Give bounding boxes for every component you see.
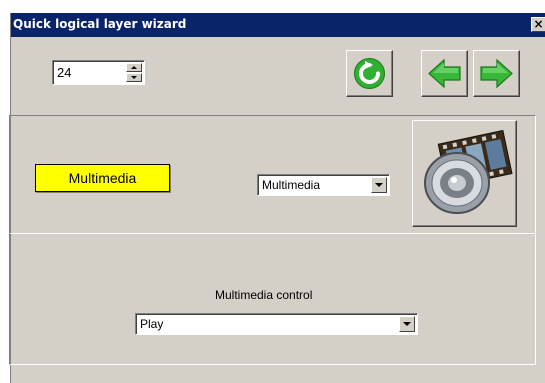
forward-button[interactable] <box>473 50 520 97</box>
chevron-down-icon[interactable] <box>399 316 415 332</box>
control-label: Multimedia control <box>215 288 313 302</box>
type-select[interactable]: Multimedia <box>257 174 390 196</box>
refresh-button[interactable] <box>346 50 393 97</box>
back-button[interactable] <box>421 50 468 97</box>
close-icon: × <box>533 17 544 31</box>
number-spinner[interactable]: 24 <box>52 60 145 85</box>
speaker-film-icon <box>424 129 513 214</box>
spinner-down-button[interactable] <box>126 73 142 82</box>
window-title: Quick logical layer wizard <box>13 17 187 31</box>
spinner-buttons <box>126 63 142 82</box>
close-button[interactable]: × <box>531 17 545 32</box>
spinner-value: 24 <box>57 65 72 80</box>
control-select[interactable]: Play <box>135 313 418 335</box>
type-select-value: Multimedia <box>262 178 321 192</box>
spinner-up-button[interactable] <box>126 63 142 72</box>
control-select-value: Play <box>140 317 164 331</box>
panel-divider <box>10 233 536 234</box>
media-button[interactable] <box>412 120 517 227</box>
title-bar[interactable]: Quick logical layer wizard × <box>11 13 545 37</box>
chevron-down-icon[interactable] <box>371 177 387 193</box>
arrow-left-icon <box>428 58 461 89</box>
type-label: Multimedia <box>35 164 170 192</box>
arrow-right-icon <box>480 58 513 89</box>
refresh-icon <box>354 58 385 89</box>
